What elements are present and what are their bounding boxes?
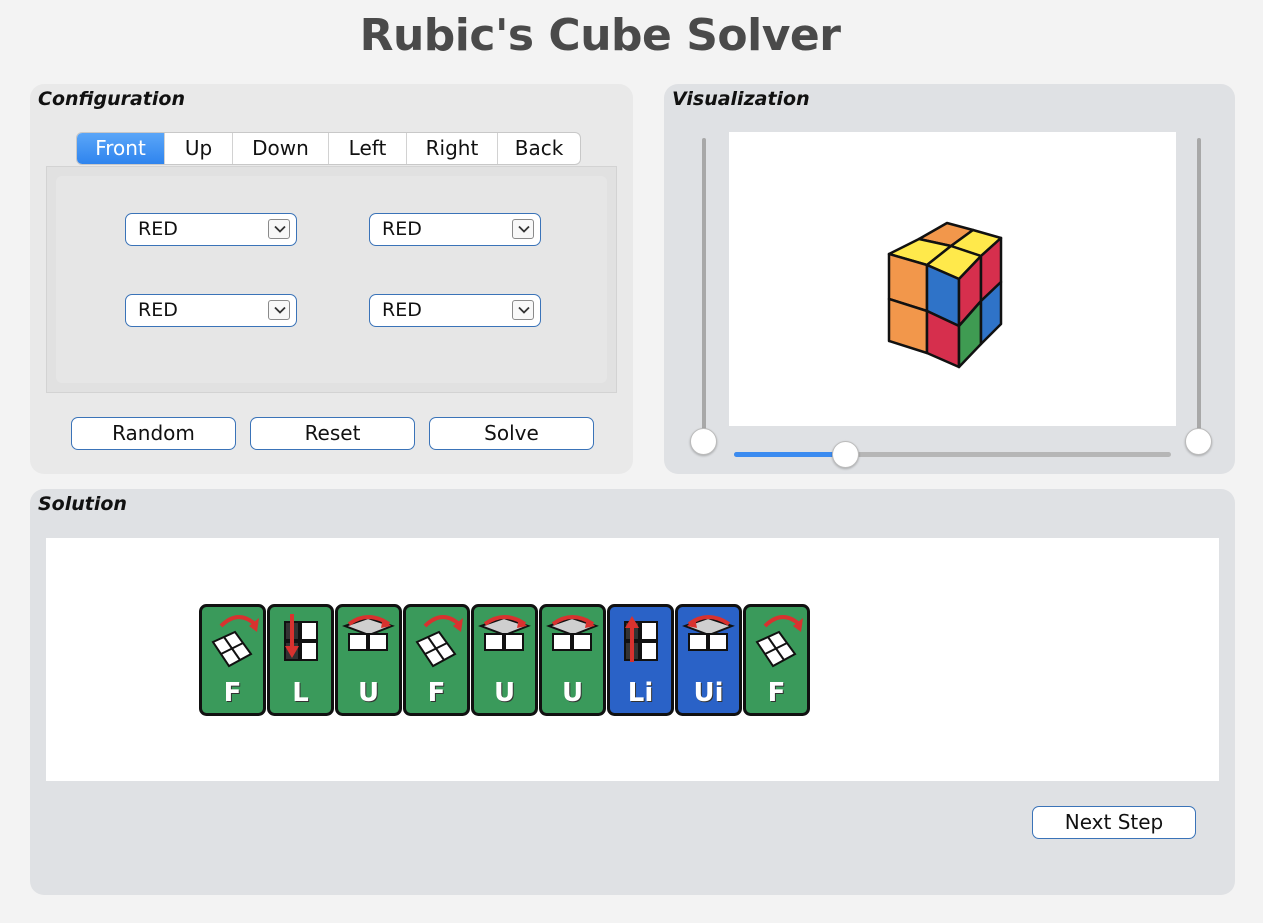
chevron-down-icon bbox=[268, 300, 290, 320]
color-select-bottom-right[interactable]: RED bbox=[369, 294, 541, 327]
rotation-slider-handle[interactable] bbox=[832, 441, 859, 468]
right-vertical-slider-track[interactable] bbox=[1197, 138, 1201, 438]
move-card: F bbox=[199, 604, 266, 716]
color-select-bottom-left[interactable]: RED bbox=[125, 294, 297, 327]
cube-3d-view[interactable] bbox=[729, 132, 1176, 426]
chevron-down-icon bbox=[268, 219, 290, 239]
left-vertical-slider-track[interactable] bbox=[702, 138, 706, 438]
move-card: L bbox=[267, 604, 334, 716]
move-label: F bbox=[223, 678, 242, 708]
face-color-panel-inner bbox=[56, 176, 607, 383]
configuration-title: Configuration bbox=[38, 88, 185, 110]
move-label: U bbox=[357, 678, 380, 708]
move-list: F L U F U U Li Ui F bbox=[199, 604, 810, 716]
move-label: Ui bbox=[693, 678, 724, 708]
chevron-down-icon bbox=[512, 300, 534, 320]
color-select-value: RED bbox=[138, 218, 178, 240]
move-label: F bbox=[767, 678, 786, 708]
move-label: U bbox=[561, 678, 584, 708]
tab-down[interactable]: Down bbox=[233, 133, 329, 164]
tab-front[interactable]: Front bbox=[77, 133, 165, 164]
color-select-value: RED bbox=[382, 299, 422, 321]
move-label: F bbox=[427, 678, 446, 708]
solution-title: Solution bbox=[38, 493, 127, 515]
tab-right[interactable]: Right bbox=[407, 133, 498, 164]
color-select-top-right[interactable]: RED bbox=[369, 213, 541, 246]
solve-button[interactable]: Solve bbox=[429, 417, 594, 450]
tab-up[interactable]: Up bbox=[165, 133, 233, 164]
visualization-group: Visualization bbox=[664, 84, 1235, 474]
tab-back[interactable]: Back bbox=[498, 133, 580, 164]
color-select-top-left[interactable]: RED bbox=[125, 213, 297, 246]
face-color-panel bbox=[46, 166, 617, 393]
color-select-value: RED bbox=[138, 299, 178, 321]
move-card: Ui bbox=[675, 604, 742, 716]
move-label: Li bbox=[627, 678, 654, 708]
app-title: Rubic's Cube Solver bbox=[359, 10, 841, 61]
move-label: L bbox=[292, 678, 309, 708]
chevron-down-icon bbox=[512, 219, 534, 239]
move-card: F bbox=[403, 604, 470, 716]
random-button[interactable]: Random bbox=[71, 417, 236, 450]
move-card: U bbox=[335, 604, 402, 716]
next-step-button[interactable]: Next Step bbox=[1032, 806, 1196, 839]
solution-group: Solution F L U F U U Li Ui F Next Step bbox=[30, 489, 1235, 895]
tab-left[interactable]: Left bbox=[329, 133, 407, 164]
configuration-group: Configuration Front Up Down Left Right B… bbox=[30, 84, 633, 474]
solution-view: F L U F U U Li Ui F bbox=[46, 538, 1219, 781]
color-select-value: RED bbox=[382, 218, 422, 240]
right-vertical-slider-handle[interactable] bbox=[1185, 428, 1212, 455]
visualization-title: Visualization bbox=[672, 88, 810, 110]
reset-button[interactable]: Reset bbox=[250, 417, 415, 450]
move-label: U bbox=[493, 678, 516, 708]
move-card: Li bbox=[607, 604, 674, 716]
face-tabs: Front Up Down Left Right Back bbox=[76, 132, 581, 165]
move-card: U bbox=[539, 604, 606, 716]
move-card: F bbox=[743, 604, 810, 716]
cube-3d-icon bbox=[887, 221, 1003, 369]
left-vertical-slider-handle[interactable] bbox=[690, 428, 717, 455]
move-card: U bbox=[471, 604, 538, 716]
rotation-slider-fill bbox=[734, 452, 846, 457]
